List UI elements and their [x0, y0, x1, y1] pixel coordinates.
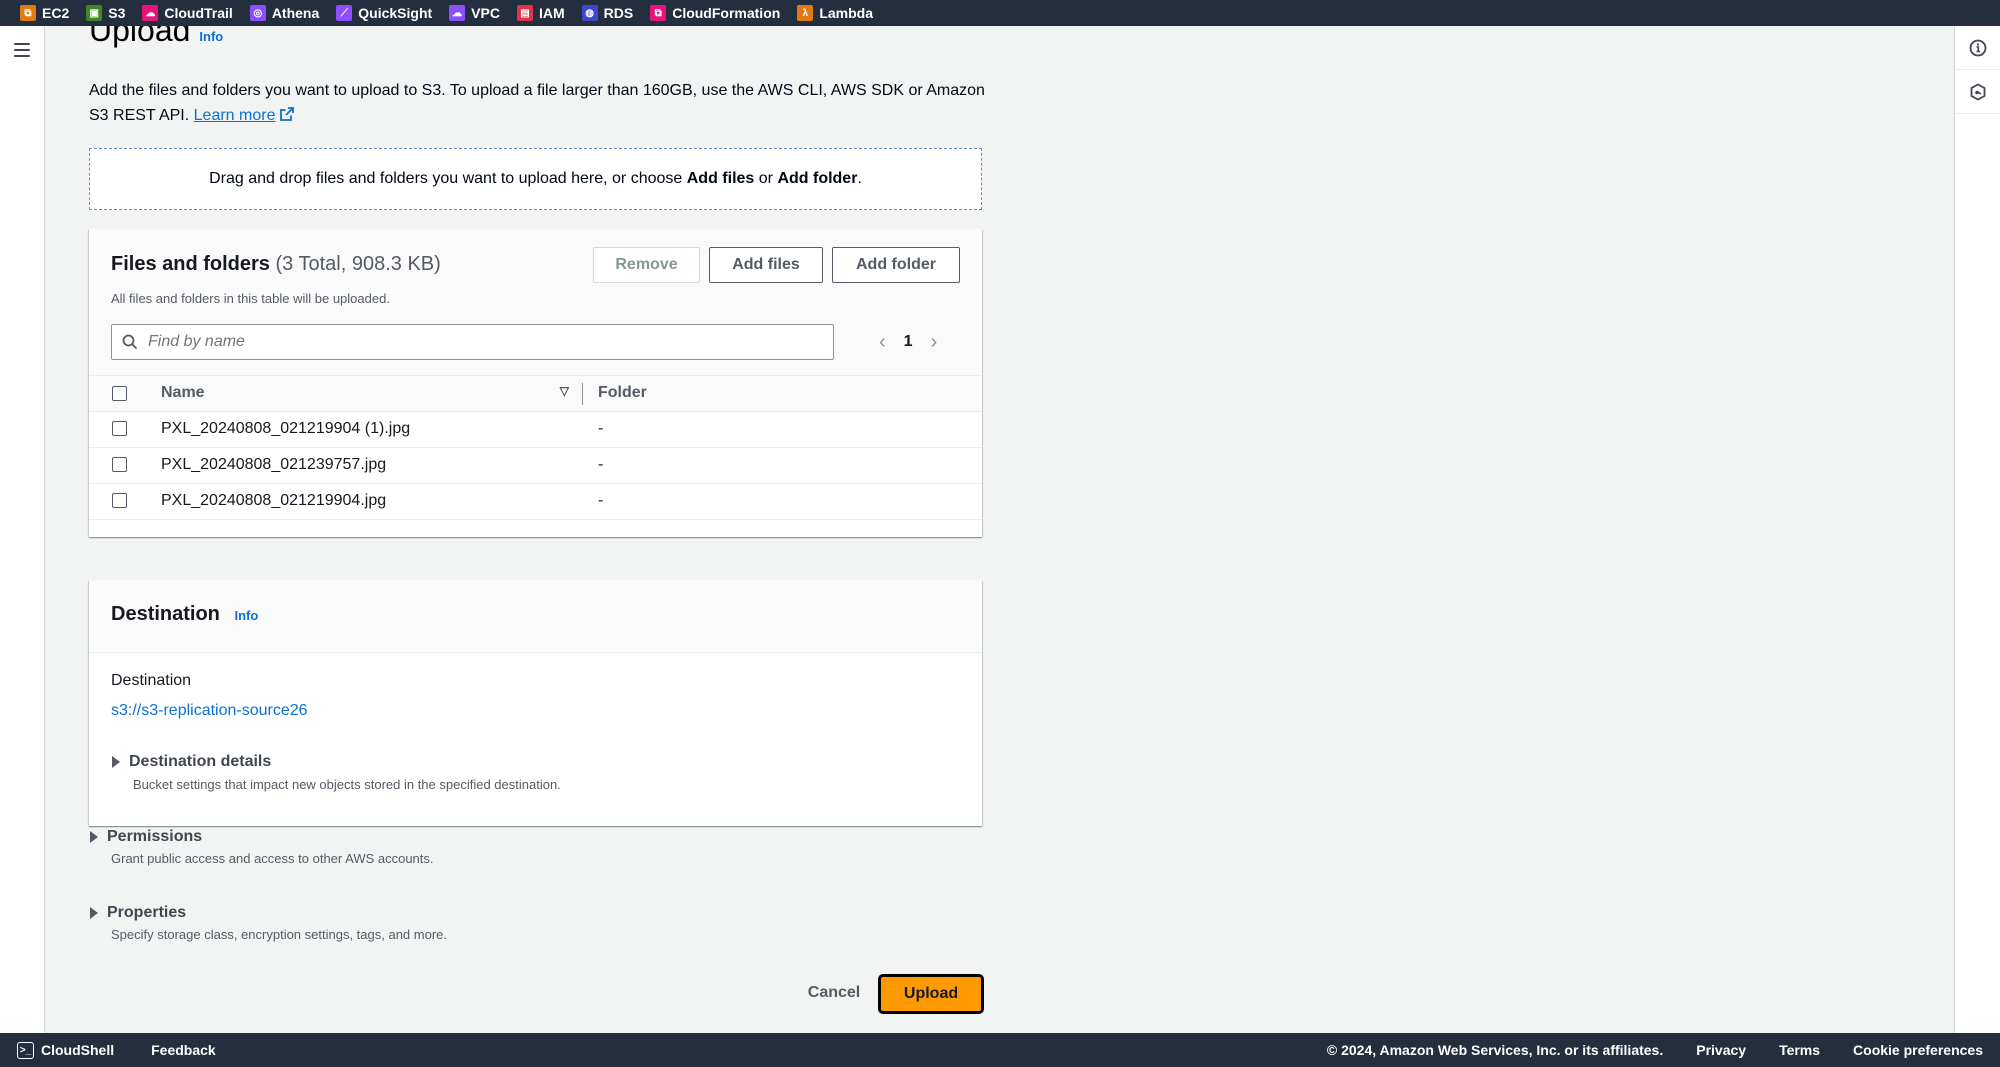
lambda-icon: λ	[797, 5, 814, 21]
select-all-checkbox[interactable]	[112, 385, 127, 401]
row-checkbox[interactable]	[112, 493, 127, 509]
iam-icon: ▤	[516, 5, 533, 21]
destination-panel: Destination Info Destination s3://s3-rep…	[89, 580, 982, 826]
copyright-text: © 2024, Amazon Web Services, Inc. or its…	[1326, 1042, 1664, 1058]
destination-label: Destination	[111, 672, 192, 689]
caret-right-icon	[90, 907, 98, 919]
main-content: Upload Info Add the files and folders yo…	[46, 26, 1954, 1033]
caret-right-icon	[90, 831, 98, 843]
page-title: Upload Info	[89, 26, 224, 48]
athena-icon: ◎	[249, 5, 266, 21]
service-link-cloudformation[interactable]: ⧉ CloudFormation	[650, 5, 780, 21]
file-name: PXL_20240808_021219904.jpg	[147, 483, 583, 520]
files-count: (3 Total, 908.3 KB)	[275, 253, 441, 275]
terms-link[interactable]: Terms	[1779, 1042, 1820, 1058]
service-link-rds[interactable]: ◍ RDS	[581, 5, 633, 21]
file-folder: -	[583, 411, 982, 448]
cookie-preferences-link[interactable]: Cookie preferences	[1853, 1042, 1983, 1058]
row-checkbox[interactable]	[112, 457, 127, 473]
ec2-icon: ⧉	[20, 5, 36, 21]
hexagon-icon	[1970, 82, 1986, 101]
service-link-athena[interactable]: ◎ Athena	[249, 5, 319, 21]
properties-description: Specify storage class, encryption settin…	[111, 927, 448, 942]
privacy-link[interactable]: Privacy	[1696, 1042, 1746, 1058]
caret-right-icon	[112, 756, 120, 768]
search-field	[111, 324, 834, 360]
add-files-button[interactable]: Add files	[709, 247, 823, 283]
destination-bucket-link[interactable]: s3://s3-replication-source26	[111, 702, 308, 720]
file-name: PXL_20240808_021219904 (1).jpg	[147, 411, 583, 448]
security-hub-button[interactable]	[1955, 70, 2000, 114]
files-and-folders-panel: Files and folders (3 Total, 908.3 KB) Al…	[89, 229, 982, 537]
sort-descending-icon[interactable]: ▽	[560, 384, 569, 398]
column-header-folder[interactable]: Folder	[583, 376, 982, 412]
cloudformation-icon: ⧉	[650, 5, 667, 21]
search-input[interactable]	[148, 333, 798, 351]
quicksight-icon: ⟋	[336, 5, 353, 21]
previous-page-icon[interactable]: ‹	[879, 331, 886, 354]
table-header-row: Name ▽ Folder	[89, 376, 982, 412]
files-table: Name ▽ Folder PXL_20240808_021219904 (1)…	[89, 376, 982, 520]
side-navigation-rail	[0, 26, 45, 1033]
cloudshell-icon: >_	[17, 1041, 34, 1059]
file-drop-zone[interactable]: Drag and drop files and folders you want…	[89, 148, 982, 210]
service-link-quicksight[interactable]: ⟋ QuickSight	[336, 5, 432, 21]
rds-icon: ◍	[581, 5, 598, 21]
search-icon	[122, 334, 138, 350]
service-link-lambda[interactable]: λ Lambda	[797, 5, 873, 21]
files-panel-subtitle: All files and folders in this table will…	[111, 291, 390, 306]
files-panel-title: Files and folders (3 Total, 908.3 KB)	[111, 253, 441, 275]
s3-icon: ▣	[86, 5, 103, 21]
upload-button[interactable]: Upload	[878, 974, 984, 1014]
file-folder: -	[583, 483, 982, 520]
external-link-icon	[280, 107, 295, 121]
vpc-icon: ☁	[449, 5, 466, 21]
learn-more-link[interactable]: Learn more	[194, 107, 296, 124]
permissions-description: Grant public access and access to other …	[111, 851, 434, 866]
destination-panel-title: Destination Info	[111, 603, 259, 625]
table-row[interactable]: PXL_20240808_021219904 (1).jpg -	[89, 411, 982, 448]
cloudtrail-icon: ☁	[142, 5, 159, 21]
service-link-cloudtrail[interactable]: ☁ CloudTrail	[142, 5, 233, 21]
table-row[interactable]: PXL_20240808_021239757.jpg -	[89, 447, 982, 484]
cancel-button[interactable]: Cancel	[798, 974, 870, 1012]
file-folder: -	[583, 447, 982, 484]
destination-info-link[interactable]: Info	[234, 608, 258, 623]
add-folder-button[interactable]: Add folder	[832, 247, 960, 283]
column-header-name[interactable]: Name ▽	[147, 376, 583, 412]
menu-icon[interactable]	[14, 43, 30, 57]
destination-details-description: Bucket settings that impact new objects …	[133, 777, 561, 792]
feedback-link[interactable]: Feedback	[151, 1042, 216, 1058]
files-panel-header: Files and folders (3 Total, 908.3 KB) Al…	[89, 229, 982, 376]
destination-details-expander[interactable]: Destination details	[112, 753, 271, 771]
page-description: Add the files and folders you want to up…	[89, 82, 985, 124]
service-link-iam[interactable]: ▤ IAM	[516, 5, 565, 21]
tools-rail	[1954, 26, 2000, 1033]
services-favorites-bar: ⧉ EC2 ▣ S3 ☁ CloudTrail ◎ Athena ⟋ QuickSight…	[0, 0, 2000, 26]
destination-panel-header: Destination Info	[89, 580, 982, 653]
file-name: PXL_20240808_021239757.jpg	[147, 447, 583, 484]
column-resizer[interactable]	[582, 383, 583, 405]
service-link-vpc[interactable]: ☁ VPC	[449, 5, 500, 21]
current-page[interactable]: 1	[904, 333, 913, 351]
row-checkbox[interactable]	[112, 421, 127, 437]
next-page-icon[interactable]: ›	[931, 331, 938, 354]
console-footer: >_ CloudShell Feedback © 2024, Amazon We…	[0, 1033, 2000, 1067]
service-link-ec2[interactable]: ⧉ EC2	[20, 5, 69, 21]
info-panel-button[interactable]	[1955, 26, 2000, 70]
service-link-s3[interactable]: ▣ S3	[86, 5, 125, 21]
info-circle-icon	[1969, 39, 1987, 56]
pagination: ‹ 1 ›	[879, 324, 937, 360]
page-info-link[interactable]: Info	[199, 29, 223, 44]
remove-button[interactable]: Remove	[593, 247, 700, 283]
table-row[interactable]: PXL_20240808_021219904.jpg -	[89, 483, 982, 520]
cloudshell-link[interactable]: CloudShell	[41, 1042, 114, 1058]
permissions-expander[interactable]: Permissions	[90, 828, 202, 846]
properties-expander[interactable]: Properties	[90, 904, 186, 922]
